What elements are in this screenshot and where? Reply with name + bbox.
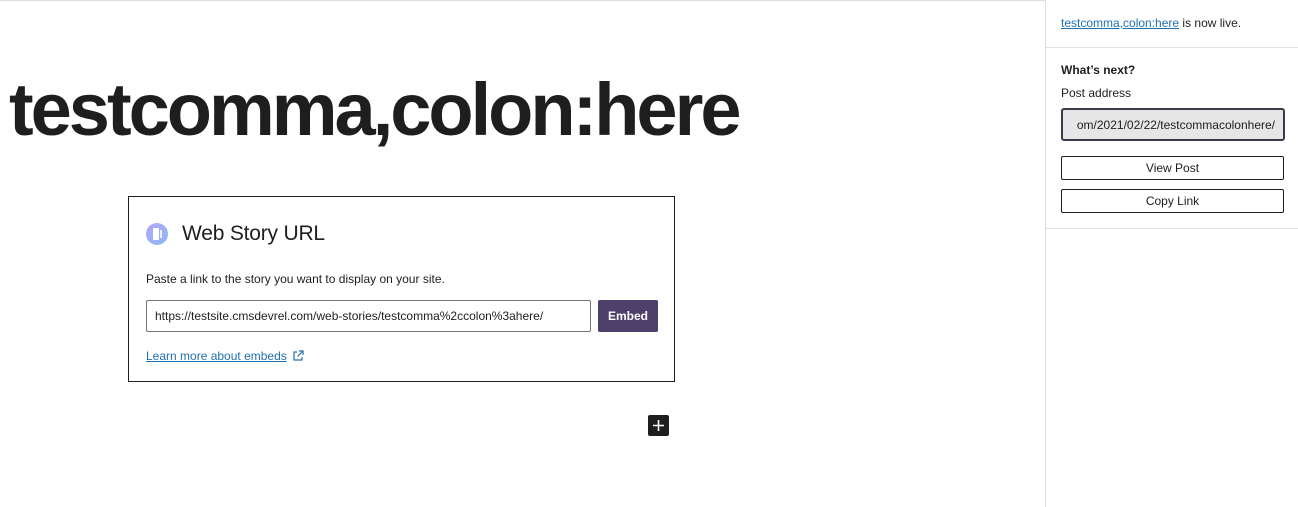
plus-icon <box>653 420 664 431</box>
post-live-notice: testcomma,colon:here is now live. <box>1061 16 1241 30</box>
post-address-field[interactable]: om/2021/02/22/testcommacolonhere/ <box>1061 108 1285 141</box>
learn-more-link-text: Learn more about embeds <box>146 349 287 363</box>
post-title[interactable]: testcomma,colon:here <box>9 65 742 155</box>
post-address-value: om/2021/02/22/testcommacolonhere/ <box>1076 117 1275 132</box>
live-notice-suffix: is now live. <box>1179 16 1242 30</box>
copy-link-button[interactable]: Copy Link <box>1061 189 1284 213</box>
web-stories-icon <box>146 223 168 245</box>
whats-next-heading: What’s next? <box>1061 63 1136 77</box>
embed-instructions: Paste a link to the story you want to di… <box>146 272 445 286</box>
web-story-embed-block[interactable]: Web Story URL Paste a link to the story … <box>128 196 675 382</box>
view-post-button[interactable]: View Post <box>1061 156 1284 180</box>
learn-more-link[interactable]: Learn more about embeds <box>146 349 304 363</box>
embed-button[interactable]: Embed <box>598 300 658 332</box>
external-link-icon <box>293 350 304 361</box>
embed-header: Web Story URL <box>146 222 325 246</box>
sidebar-divider <box>1046 228 1298 229</box>
embed-url-input[interactable] <box>146 300 591 332</box>
post-address-label: Post address <box>1061 86 1132 100</box>
published-post-link[interactable]: testcomma,colon:here <box>1061 16 1179 30</box>
post-publish-panel: testcomma,colon:here is now live. What’s… <box>1045 0 1298 507</box>
editor-canvas: testcomma,colon:here Web Story URL Paste… <box>0 1 1045 507</box>
sidebar-divider <box>1046 47 1298 48</box>
embed-block-label: Web Story URL <box>182 222 325 245</box>
block-inserter-button[interactable] <box>648 415 669 436</box>
